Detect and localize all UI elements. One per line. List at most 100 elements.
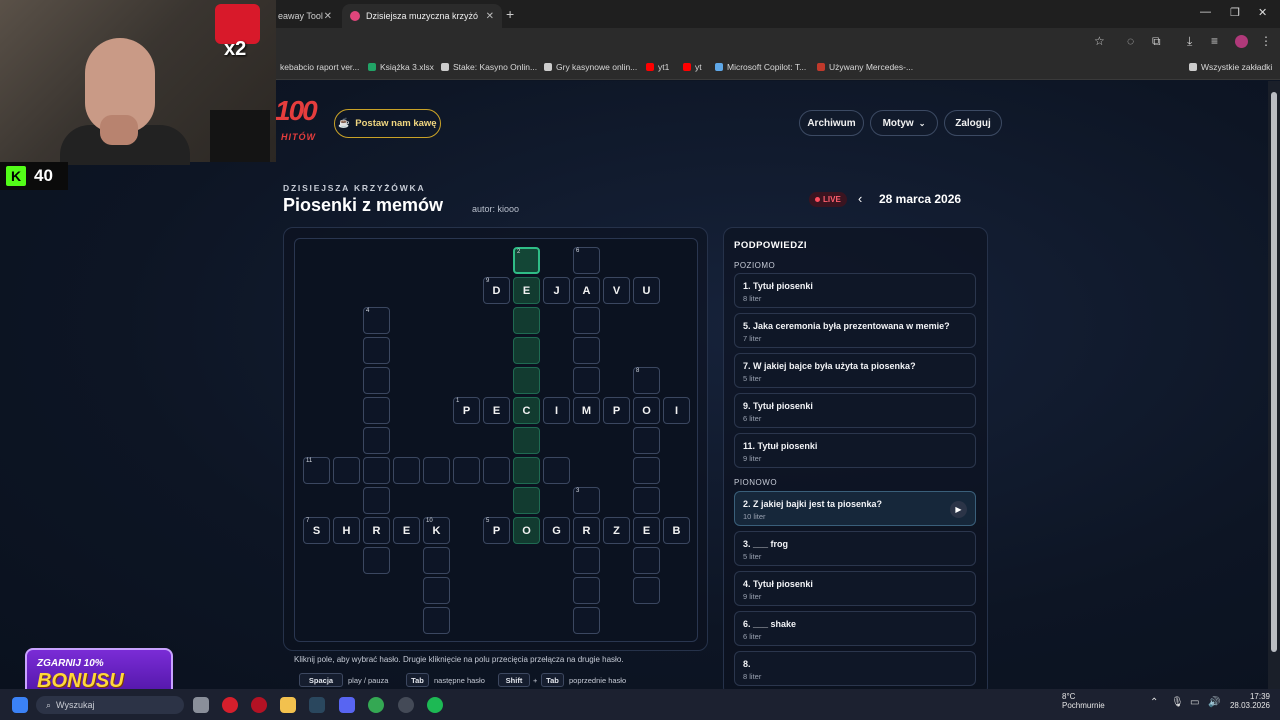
crossword-cell[interactable]: 7S — [303, 517, 330, 544]
crossword-cell[interactable]: 1P — [453, 397, 480, 424]
crossword-cell[interactable] — [363, 427, 390, 454]
crossword-cell[interactable]: E — [513, 277, 540, 304]
crossword-cell[interactable] — [423, 607, 450, 634]
crossword-cell[interactable] — [513, 457, 540, 484]
crossword-cell[interactable] — [633, 547, 660, 574]
crossword-cell[interactable]: O — [513, 517, 540, 544]
crossword-cell[interactable] — [573, 547, 600, 574]
crossword-cell[interactable]: 2 — [513, 247, 540, 274]
chrome-icon[interactable] — [368, 697, 384, 713]
crossword-cell[interactable] — [363, 547, 390, 574]
crossword-cell[interactable]: R — [363, 517, 390, 544]
clue-item[interactable]: 5. Jaka ceremonia była prezentowana w me… — [734, 313, 976, 348]
crossword-cell[interactable]: 3 — [573, 487, 600, 514]
crossword-cell[interactable]: 4 — [363, 307, 390, 334]
all-bookmarks[interactable]: Wszystkie zakładki — [1189, 62, 1272, 72]
crossword-cell[interactable]: A — [573, 277, 600, 304]
microphone-icon[interactable]: 🎙 — [1171, 697, 1184, 708]
bookmark-item[interactable]: Gry kasynowe onlin... — [544, 62, 637, 72]
crossword-cell[interactable] — [513, 337, 540, 364]
crossword-cell[interactable] — [423, 457, 450, 484]
crossword-cell[interactable] — [333, 457, 360, 484]
play-icon[interactable]: ▶ — [950, 501, 967, 518]
crossword-cell[interactable]: 6 — [573, 247, 600, 274]
opera-gx-icon[interactable] — [251, 697, 267, 713]
crossword-cell[interactable] — [543, 457, 570, 484]
site-logo[interactable]: 100 HITÓW — [275, 97, 318, 150]
crossword-cell[interactable] — [513, 367, 540, 394]
bookmark-item[interactable]: Microsoft Copilot: T... — [715, 62, 806, 72]
crossword-cell[interactable]: 9D — [483, 277, 510, 304]
opera-icon[interactable] — [222, 697, 238, 713]
crossword-cell[interactable] — [363, 397, 390, 424]
clue-item[interactable]: 7. W jakiej bajce była użyta ta piosenka… — [734, 353, 976, 388]
crossword-cell[interactable] — [633, 457, 660, 484]
discord-icon[interactable] — [339, 697, 355, 713]
close-icon[interactable]: ✕ — [486, 11, 494, 22]
spotify-icon[interactable] — [427, 697, 443, 713]
crossword-cell[interactable]: 5P — [483, 517, 510, 544]
network-icon[interactable]: ▭ — [1190, 697, 1199, 708]
volume-icon[interactable]: 🔊 — [1208, 697, 1220, 708]
login-button[interactable]: Zaloguj — [944, 110, 1002, 136]
bookmark-item[interactable]: Używany Mercedes-... — [817, 62, 913, 72]
clue-item[interactable]: 2. Z jakiej bajki jest ta piosenka? 10 li… — [734, 491, 976, 526]
file-explorer-icon[interactable] — [280, 697, 296, 713]
crossword-cell[interactable]: J — [543, 277, 570, 304]
crossword-cell[interactable]: O — [633, 397, 660, 424]
bookmark-item[interactable]: yt1 — [646, 62, 669, 72]
crossword-cell[interactable] — [513, 427, 540, 454]
minimize-icon[interactable]: — — [1200, 6, 1211, 18]
crossword-cell[interactable] — [393, 457, 420, 484]
chevron-left-icon[interactable]: ‹ — [858, 191, 862, 206]
clue-item[interactable]: 1. Tytuł piosenki 8 liter — [734, 273, 976, 308]
menu-icon[interactable]: ⋮ — [1260, 34, 1272, 48]
chevron-up-icon[interactable]: ⌃ — [1150, 697, 1158, 708]
new-tab-button[interactable]: + — [506, 6, 514, 22]
crossword-cell[interactable] — [483, 457, 510, 484]
crossword-cell[interactable] — [633, 577, 660, 604]
archive-button[interactable]: Archiwum — [799, 110, 864, 136]
crossword-cell[interactable] — [363, 457, 390, 484]
crossword-cell[interactable] — [573, 577, 600, 604]
windows-start-icon[interactable] — [12, 697, 28, 713]
crossword-cell[interactable]: E — [483, 397, 510, 424]
coffee-button[interactable]: ☕ Postaw nam kawę — [334, 109, 441, 138]
clue-item[interactable]: 11. Tytuł piosenki 9 liter — [734, 433, 976, 468]
crossword-cell[interactable]: V — [603, 277, 630, 304]
crossword-cell[interactable]: R — [573, 517, 600, 544]
close-icon[interactable]: ✕ — [324, 11, 332, 22]
bookmark-item[interactable]: kebabcio raport ver... — [280, 62, 359, 72]
crossword-cell[interactable]: H — [333, 517, 360, 544]
extension-icon[interactable]: ◌ — [1127, 34, 1134, 48]
bookmark-item[interactable]: Stake: Kasyno Onlin... — [441, 62, 537, 72]
crossword-cell[interactable]: C — [513, 397, 540, 424]
crossword-cell[interactable] — [513, 307, 540, 334]
clue-item[interactable]: 4. Tytuł piosenki 9 liter — [734, 571, 976, 606]
crossword-cell[interactable]: E — [393, 517, 420, 544]
crossword-cell[interactable]: G — [543, 517, 570, 544]
crossword-cell[interactable] — [633, 427, 660, 454]
download-icon[interactable]: ⤓ — [1187, 34, 1192, 49]
maximize-icon[interactable]: ❐ — [1230, 6, 1240, 19]
clue-item[interactable]: 8. 8 liter — [734, 651, 976, 686]
crossword-cell[interactable] — [573, 367, 600, 394]
crossword-cell[interactable] — [363, 337, 390, 364]
crossword-cell[interactable] — [423, 547, 450, 574]
task-view-icon[interactable] — [193, 697, 209, 713]
theme-dropdown[interactable]: Motyw ⌄ — [870, 110, 938, 136]
crossword-cell[interactable] — [573, 337, 600, 364]
close-window-icon[interactable]: ✕ — [1258, 6, 1267, 19]
crossword-cell[interactable] — [573, 307, 600, 334]
browser-tab-active[interactable]: Dzisiejsza muzyczna krzyżówka ✕ — [342, 4, 502, 28]
crossword-cell[interactable] — [453, 457, 480, 484]
crossword-cell[interactable] — [363, 487, 390, 514]
weather-widget[interactable]: 8°C Pochmurnie — [1042, 692, 1105, 710]
star-icon[interactable]: ☆ — [1094, 34, 1105, 48]
crossword-cell[interactable] — [423, 577, 450, 604]
taskbar-search[interactable]: ⌕ Wyszukaj — [36, 696, 184, 714]
media-icon[interactable]: ≡ — [1211, 34, 1218, 48]
puzzle-icon[interactable]: ⧉ — [1152, 34, 1161, 49]
obs-icon[interactable] — [398, 697, 414, 713]
clue-item[interactable]: 3. ___ frog 5 liter — [734, 531, 976, 566]
